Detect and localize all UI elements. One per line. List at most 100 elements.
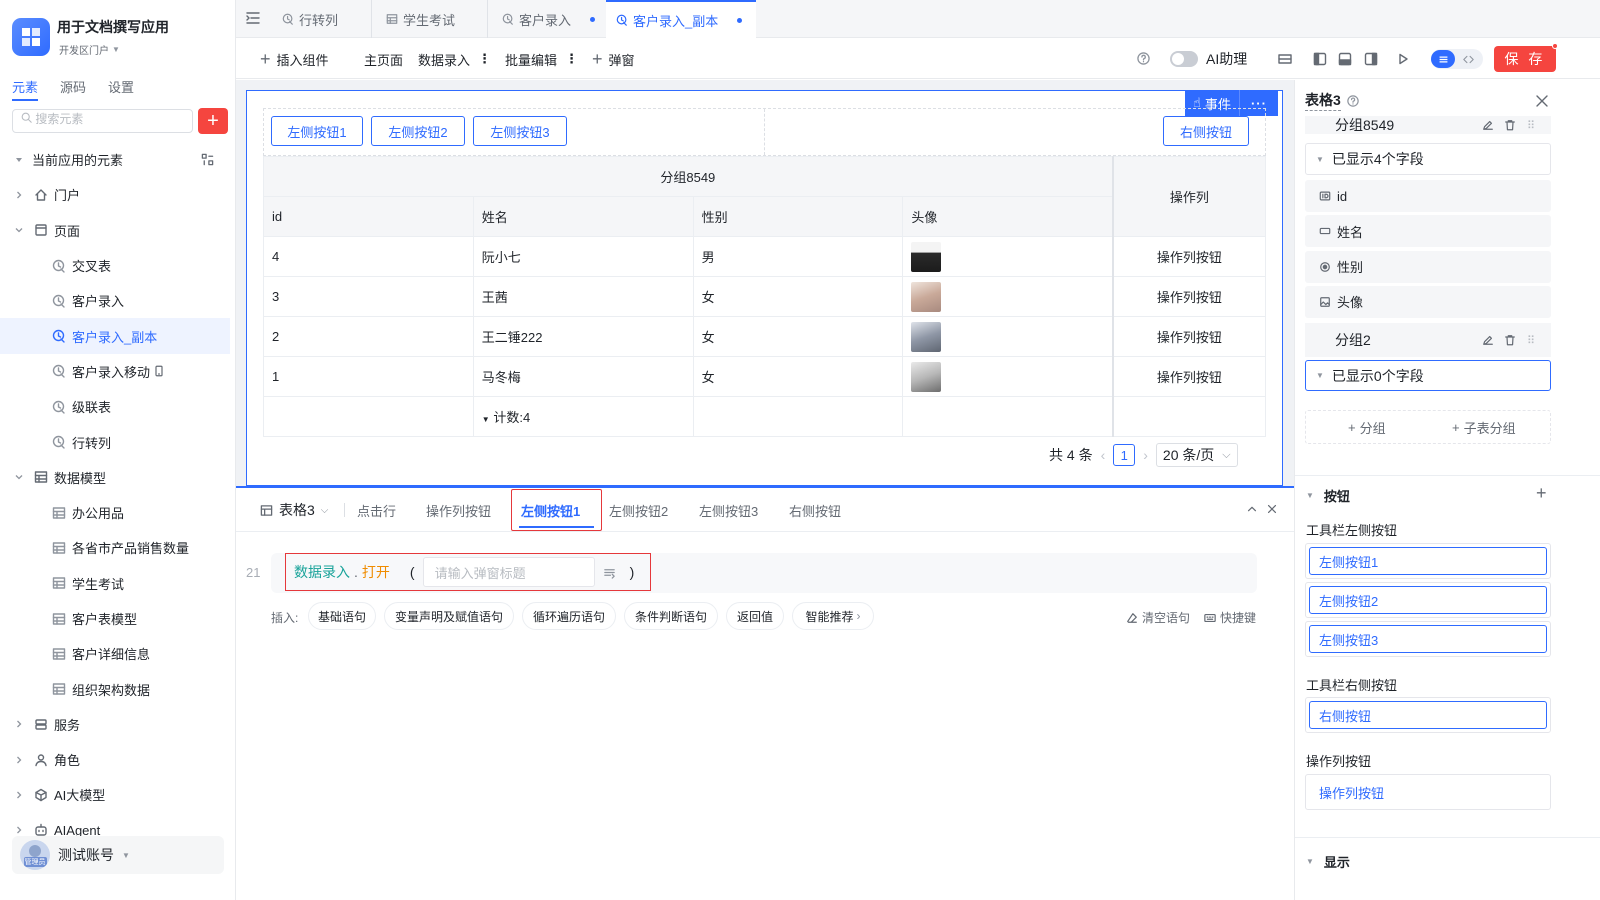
tree-item[interactable]: 客户录入_副本 [0, 318, 230, 354]
tree-item[interactable]: 办公用品 [0, 495, 236, 530]
portal-selector[interactable]: 开发区门户 ▼ [59, 42, 120, 57]
toggle-switch[interactable] [1170, 51, 1198, 67]
batch-edit-button[interactable]: 批量编辑 ⋮ [505, 39, 578, 79]
toolbar-left-button-2[interactable]: 左侧按钮2 [1305, 582, 1551, 618]
tree-item[interactable]: 客户详细信息 [0, 636, 236, 671]
save-button[interactable]: 保 存 [1494, 46, 1556, 72]
group1-fields-dropdown[interactable]: ▼ 已显示4个字段 [1305, 143, 1551, 175]
drag-handle-icon[interactable]: ⠿ [1527, 334, 1535, 347]
collapse-panel-icon[interactable] [1246, 503, 1258, 515]
tree-item[interactable]: 客户表模型 [0, 601, 236, 636]
tree-item[interactable]: 客户录入移动 [0, 354, 236, 389]
main-page-button[interactable]: 主页面 [364, 39, 403, 79]
insert-component-button[interactable]: + 插入组件 [260, 39, 329, 79]
chip-basic-statement[interactable]: 基础语句 [308, 602, 376, 630]
chevron-right-icon[interactable] [12, 188, 26, 202]
code-mode-icon[interactable] [1455, 54, 1481, 65]
help-icon[interactable] [1347, 94, 1359, 107]
group-row-1[interactable]: 分组8549 ⠿ [1305, 116, 1551, 134]
table-row[interactable]: 4 阮小七男 操作列按钮 [263, 236, 1266, 277]
chip-return-value[interactable]: 返回值 [726, 602, 784, 630]
layout-split-icon[interactable] [1278, 52, 1292, 66]
chevron-down-icon[interactable] [12, 470, 26, 484]
tab-elements[interactable]: 元素 [12, 77, 39, 101]
chip-loop-statement[interactable]: 循环遍历语句 [522, 602, 616, 630]
add-sub-group-button[interactable]: + 子表分组 [1452, 418, 1516, 437]
close-icon[interactable] [1266, 503, 1278, 515]
shortcut-button[interactable]: 快捷键 [1204, 609, 1256, 626]
delete-icon[interactable] [1504, 119, 1516, 131]
page-tab[interactable]: 行转列 [272, 0, 372, 38]
layout-bottom-icon[interactable] [1338, 52, 1352, 66]
chip-variable-statement[interactable]: 变量声明及赋值语句 [384, 602, 514, 630]
tab-left-button-3[interactable]: 左侧按钮3 [699, 490, 758, 530]
display-section-header[interactable]: ▼ 显示 [1306, 852, 1350, 871]
tree-item[interactable]: 服务 [0, 707, 236, 742]
design-mode-icon[interactable] [1431, 50, 1455, 68]
chevron-down-icon[interactable] [12, 223, 26, 237]
tree-item[interactable]: 行转列 [0, 424, 236, 459]
field-item[interactable]: 姓名 [1305, 215, 1551, 248]
tab-source[interactable]: 源码 [60, 77, 86, 101]
table-row[interactable]: 3 王茜女 操作列按钮 [263, 276, 1266, 317]
left-button-2[interactable]: 左侧按钮2 [371, 116, 465, 146]
left-button-3[interactable]: 左侧按钮3 [473, 116, 567, 146]
code-method[interactable]: 打开 [362, 562, 390, 582]
expression-icon[interactable] [603, 566, 616, 579]
account-switcher[interactable]: 管理员 测试账号 ▼ [12, 836, 224, 874]
tree-item[interactable]: 客户录入 [0, 283, 236, 318]
search-input[interactable]: 搜索元素 [12, 109, 193, 133]
edit-icon[interactable] [1482, 334, 1494, 346]
collapse-sidebar-icon[interactable] [246, 11, 260, 25]
delete-icon[interactable] [1504, 334, 1516, 346]
left-button-1[interactable]: 左侧按钮1 [271, 116, 363, 146]
prev-page-icon[interactable]: ‹ [1101, 447, 1106, 463]
page-tab[interactable]: 学生考试 [376, 0, 488, 38]
page-size-select[interactable]: 20 条/页 ⌵ [1155, 443, 1238, 467]
tree-item[interactable]: 门户 [0, 177, 236, 212]
add-button-icon[interactable]: + [1536, 483, 1547, 504]
locate-icon[interactable] [201, 153, 214, 166]
tab-left-button-2[interactable]: 左侧按钮2 [609, 490, 668, 530]
right-button[interactable]: 右侧按钮 [1163, 116, 1249, 146]
tree-item[interactable]: 交叉表 [0, 248, 236, 283]
toolbar-right-button-1[interactable]: 右侧按钮 [1305, 697, 1551, 733]
group-row-2[interactable]: 分组2 ⠿ [1305, 323, 1551, 357]
op-column-button[interactable]: 操作列按钮 [1111, 236, 1266, 277]
tab-right-button[interactable]: 右侧按钮 [789, 490, 841, 530]
tree-item[interactable]: 级联表 [0, 389, 236, 424]
chevron-right-icon[interactable] [12, 753, 26, 767]
chip-condition-statement[interactable]: 条件判断语句 [624, 602, 718, 630]
field-item[interactable]: 性别 [1305, 250, 1551, 283]
field-item[interactable]: 头像 [1305, 285, 1551, 318]
component-title[interactable]: 表格3 [1305, 90, 1341, 111]
tab-settings[interactable]: 设置 [108, 77, 134, 101]
toolbar-left-button-1[interactable]: 左侧按钮1 [1305, 543, 1551, 579]
buttons-section-header[interactable]: ▼ 按钮 [1306, 486, 1350, 505]
add-element-button[interactable]: + [198, 108, 228, 134]
edit-icon[interactable] [1482, 119, 1494, 131]
tab-table3[interactable]: 表格3 ⌵ [260, 490, 328, 530]
layout-right-icon[interactable] [1364, 52, 1378, 66]
tab-left-button-1[interactable]: 左侧按钮1 [521, 490, 580, 530]
drag-handle-icon[interactable]: ⠿ [1527, 119, 1535, 132]
chevron-right-icon[interactable] [12, 788, 26, 802]
layout-left-icon[interactable] [1313, 52, 1327, 66]
tree-header[interactable]: 当前应用的元素 [0, 142, 236, 177]
chevron-right-icon[interactable] [12, 717, 26, 731]
page-tab[interactable]: 客户录入_副本 [606, 0, 756, 38]
popup-title-input[interactable]: 请输入弹窗标题 [422, 557, 595, 587]
mode-switch[interactable] [1431, 49, 1483, 69]
op-column-button[interactable]: 操作列按钮 [1111, 316, 1266, 357]
tree-item[interactable]: 各省市产品销售数量 [0, 530, 236, 565]
tree-item[interactable]: 学生考试 [0, 566, 236, 601]
close-icon[interactable] [1535, 94, 1549, 108]
table-row[interactable]: 2 王二锤222 女 操作列按钮 [263, 316, 1266, 357]
code-object[interactable]: 数据录入 [294, 562, 350, 582]
page-tab[interactable]: 客户录入 [492, 0, 604, 38]
tree-item[interactable]: 页面 [0, 213, 236, 248]
clear-statement-button[interactable]: 清空语句 [1126, 609, 1190, 626]
ai-assistant-toggle[interactable]: AI助理 [1170, 39, 1247, 79]
add-group-button[interactable]: + 分组 [1348, 418, 1386, 437]
tree-item[interactable]: AI大模型 [0, 777, 236, 812]
